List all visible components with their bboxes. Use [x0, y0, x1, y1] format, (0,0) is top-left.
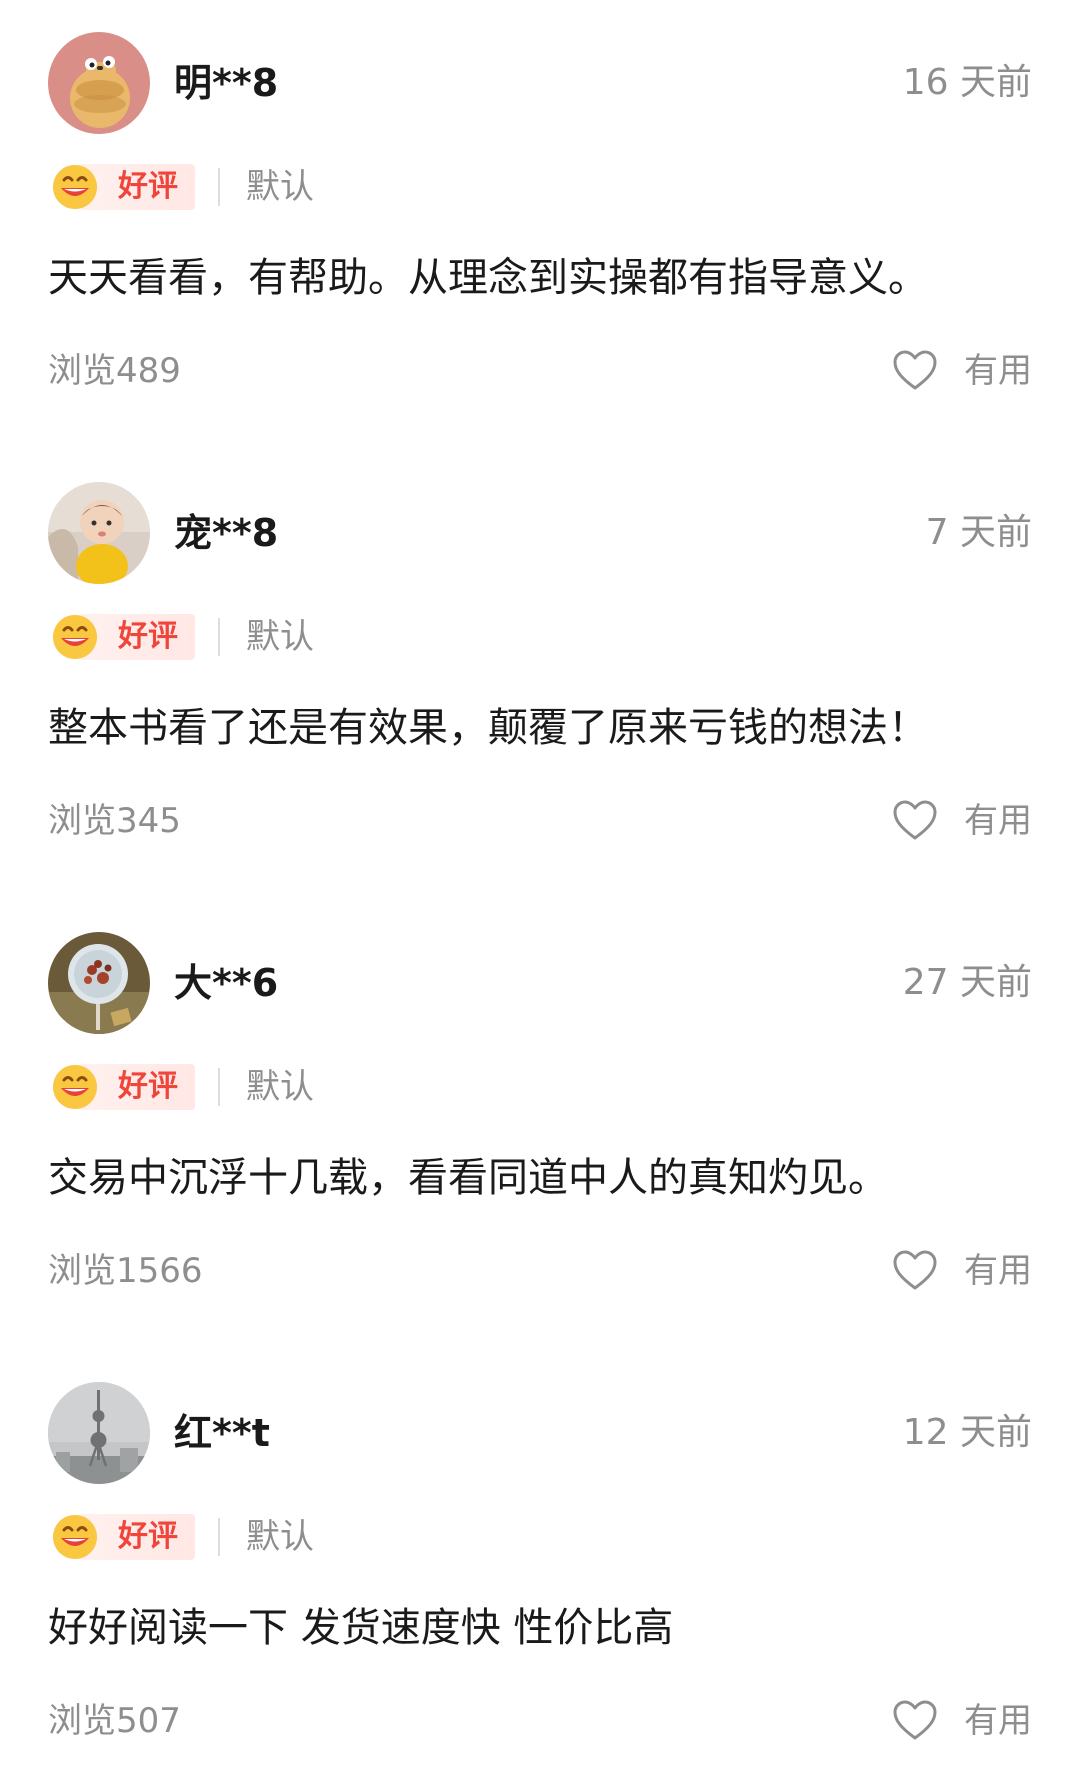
sort-tag: 默认	[246, 1517, 314, 1557]
rating-badge: 好评	[50, 1062, 195, 1112]
tags-row: 好评 默认	[50, 1512, 650, 1564]
avatar[interactable]	[48, 32, 150, 134]
heart-icon	[892, 1248, 938, 1294]
username: 明**8	[174, 61, 279, 105]
username: 红**t	[174, 1411, 270, 1455]
helpful-label: 有用	[964, 351, 1032, 391]
review-text: 天天看看，有帮助。从理念到实操都有指导意义。	[48, 255, 928, 301]
heart-icon	[892, 348, 938, 394]
review-item: 宠**8 7 天前 好评 默认 整本书看了还是有效果，颠覆了原来亏钱的想法！ 浏…	[0, 450, 1080, 900]
rating-label: 好评	[118, 619, 178, 654]
sort-tag: 默认	[246, 167, 314, 207]
heart-icon	[892, 798, 938, 844]
username: 大**6	[174, 961, 279, 1005]
review-footer: 浏览345 有用	[48, 794, 1032, 850]
helpful-button[interactable]: 有用	[892, 1244, 1032, 1300]
views-count: 浏览345	[48, 801, 181, 841]
review-item: 明**8 16 天前 好评 默认 天天看看，有帮助。从理念到实操都有指导意义。 …	[0, 0, 1080, 450]
helpful-label: 有用	[964, 801, 1032, 841]
divider	[218, 168, 220, 206]
smile-face-icon	[50, 162, 100, 212]
review-time: 27 天前	[902, 962, 1032, 1003]
divider	[218, 1068, 220, 1106]
heart-icon	[892, 1698, 938, 1744]
sort-tag: 默认	[246, 617, 314, 657]
helpful-label: 有用	[964, 1701, 1032, 1741]
review-text: 整本书看了还是有效果，颠覆了原来亏钱的想法！	[48, 705, 928, 751]
helpful-button[interactable]: 有用	[892, 794, 1032, 850]
smile-face-icon	[50, 1512, 100, 1562]
review-header: 宠**8 7 天前	[48, 482, 1032, 584]
smile-face-icon	[50, 612, 100, 662]
divider	[218, 1518, 220, 1556]
avatar[interactable]	[48, 1382, 150, 1484]
helpful-label: 有用	[964, 1251, 1032, 1291]
baby-photo-avatar-icon	[48, 482, 150, 584]
review-text: 好好阅读一下 发货速度快 性价比高	[48, 1605, 674, 1651]
review-text: 交易中沉浮十几载，看看同道中人的真知灼见。	[48, 1155, 888, 1201]
avatar[interactable]	[48, 482, 150, 584]
review-footer: 浏览507 有用	[48, 1694, 1032, 1750]
review-footer: 浏览1566 有用	[48, 1244, 1032, 1300]
food-photo-avatar-icon	[48, 932, 150, 1034]
rating-label: 好评	[118, 1519, 178, 1554]
rating-label: 好评	[118, 1069, 178, 1104]
cartoon-character-avatar-icon	[48, 32, 150, 134]
rating-label: 好评	[118, 169, 178, 204]
rating-badge: 好评	[50, 162, 195, 212]
tags-row: 好评 默认	[50, 162, 650, 214]
review-time: 16 天前	[902, 62, 1032, 103]
views-count: 浏览1566	[48, 1251, 203, 1291]
sort-tag: 默认	[246, 1067, 314, 1107]
smile-face-icon	[50, 1062, 100, 1112]
review-time: 12 天前	[902, 1412, 1032, 1453]
rating-badge: 好评	[50, 1512, 195, 1562]
tags-row: 好评 默认	[50, 1062, 650, 1114]
city-tower-avatar-icon	[48, 1382, 150, 1484]
review-header: 红**t 12 天前	[48, 1382, 1032, 1484]
helpful-button[interactable]: 有用	[892, 344, 1032, 400]
username: 宠**8	[174, 511, 279, 555]
rating-badge: 好评	[50, 612, 195, 662]
review-item: 大**6 27 天前 好评 默认 交易中沉浮十几载，看看同道中人的真知灼见。 浏…	[0, 900, 1080, 1350]
review-list: 明**8 16 天前 好评 默认 天天看看，有帮助。从理念到实操都有指导意义。 …	[0, 0, 1080, 1769]
divider	[218, 618, 220, 656]
tags-row: 好评 默认	[50, 612, 650, 664]
helpful-button[interactable]: 有用	[892, 1694, 1032, 1750]
review-header: 明**8 16 天前	[48, 32, 1032, 134]
views-count: 浏览489	[48, 351, 181, 391]
review-header: 大**6 27 天前	[48, 932, 1032, 1034]
avatar[interactable]	[48, 932, 150, 1034]
review-time: 7 天前	[925, 512, 1032, 553]
views-count: 浏览507	[48, 1701, 181, 1741]
review-item: 红**t 12 天前 好评 默认 好好阅读一下 发货速度快 性价比高 浏览507…	[0, 1350, 1080, 1769]
review-footer: 浏览489 有用	[48, 344, 1032, 400]
